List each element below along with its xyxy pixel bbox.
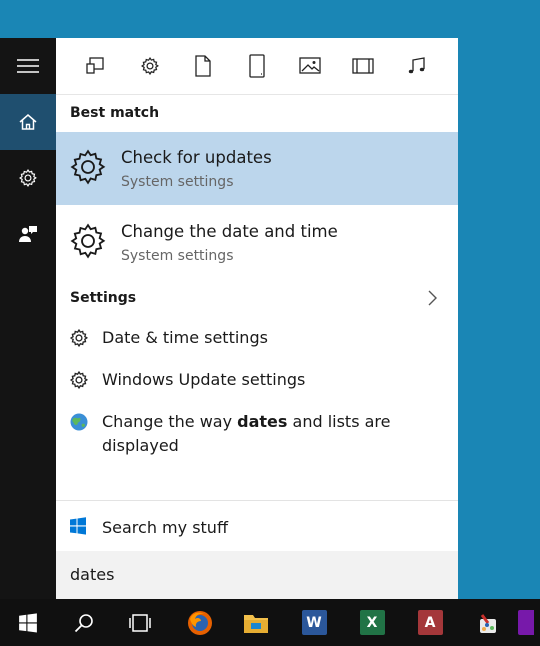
tablet-filter-icon[interactable] bbox=[243, 52, 271, 80]
settings-gear-icon[interactable] bbox=[0, 150, 56, 206]
result-subtitle: System settings bbox=[121, 248, 234, 264]
firefox-icon[interactable] bbox=[172, 599, 228, 646]
setting-date-time[interactable]: Date & time settings bbox=[56, 326, 458, 352]
paint-icon[interactable] bbox=[460, 599, 516, 646]
search-icon[interactable] bbox=[56, 599, 112, 646]
result-title: Change the date and time bbox=[121, 222, 338, 241]
search-my-stuff-label: Search my stuff bbox=[102, 518, 228, 537]
chevron-right-icon[interactable] bbox=[426, 289, 438, 307]
search-my-stuff-button[interactable]: Search my stuff bbox=[56, 516, 458, 542]
documents-filter-icon[interactable] bbox=[189, 52, 217, 80]
settings-heading: Settings bbox=[70, 290, 137, 306]
windows-logo-icon bbox=[69, 517, 87, 535]
word-icon[interactable]: W bbox=[286, 599, 342, 646]
access-icon[interactable]: A bbox=[402, 599, 458, 646]
music-filter-icon[interactable] bbox=[403, 52, 431, 80]
hamburger-menu-icon[interactable] bbox=[0, 38, 56, 94]
task-view-icon[interactable] bbox=[112, 599, 168, 646]
setting-label: Windows Update settings bbox=[102, 370, 306, 389]
result-subtitle: System settings bbox=[121, 174, 234, 190]
highlighted-query-term: dates bbox=[237, 412, 288, 431]
settings-filter-icon[interactable] bbox=[136, 52, 164, 80]
gear-icon bbox=[68, 147, 108, 187]
search-input[interactable]: dates bbox=[70, 565, 114, 584]
setting-label: Date & time settings bbox=[102, 328, 268, 347]
result-change-date-time[interactable]: Change the date and time System settings bbox=[56, 206, 458, 279]
feedback-icon[interactable] bbox=[0, 206, 56, 262]
start-left-rail bbox=[0, 38, 56, 599]
result-check-for-updates[interactable]: Check for updates System settings bbox=[56, 132, 458, 205]
home-icon[interactable] bbox=[0, 94, 56, 150]
best-match-heading: Best match bbox=[70, 105, 160, 121]
search-results-panel: Best match Check for updates System sett… bbox=[56, 38, 458, 599]
start-button[interactable] bbox=[0, 599, 56, 646]
setting-windows-update[interactable]: Windows Update settings bbox=[56, 368, 458, 394]
videos-filter-icon[interactable] bbox=[349, 52, 377, 80]
gear-icon bbox=[69, 370, 89, 390]
photos-filter-icon[interactable] bbox=[296, 52, 324, 80]
file-explorer-icon[interactable] bbox=[228, 599, 284, 646]
search-box[interactable]: dates bbox=[56, 551, 458, 599]
apps-filter-icon[interactable] bbox=[81, 52, 109, 80]
taskbar: W X A bbox=[0, 599, 540, 646]
gear-icon bbox=[68, 221, 108, 261]
result-title: Check for updates bbox=[121, 148, 272, 167]
search-filter-bar bbox=[56, 38, 458, 95]
gear-icon bbox=[69, 328, 89, 348]
setting-label: Change the way dates and lists are displ… bbox=[102, 412, 391, 455]
divider bbox=[56, 500, 458, 501]
globe-icon bbox=[69, 412, 89, 432]
excel-icon[interactable]: X bbox=[344, 599, 400, 646]
setting-change-date-format[interactable]: Change the way dates and lists are displ… bbox=[56, 410, 458, 460]
onenote-icon[interactable] bbox=[518, 599, 540, 646]
